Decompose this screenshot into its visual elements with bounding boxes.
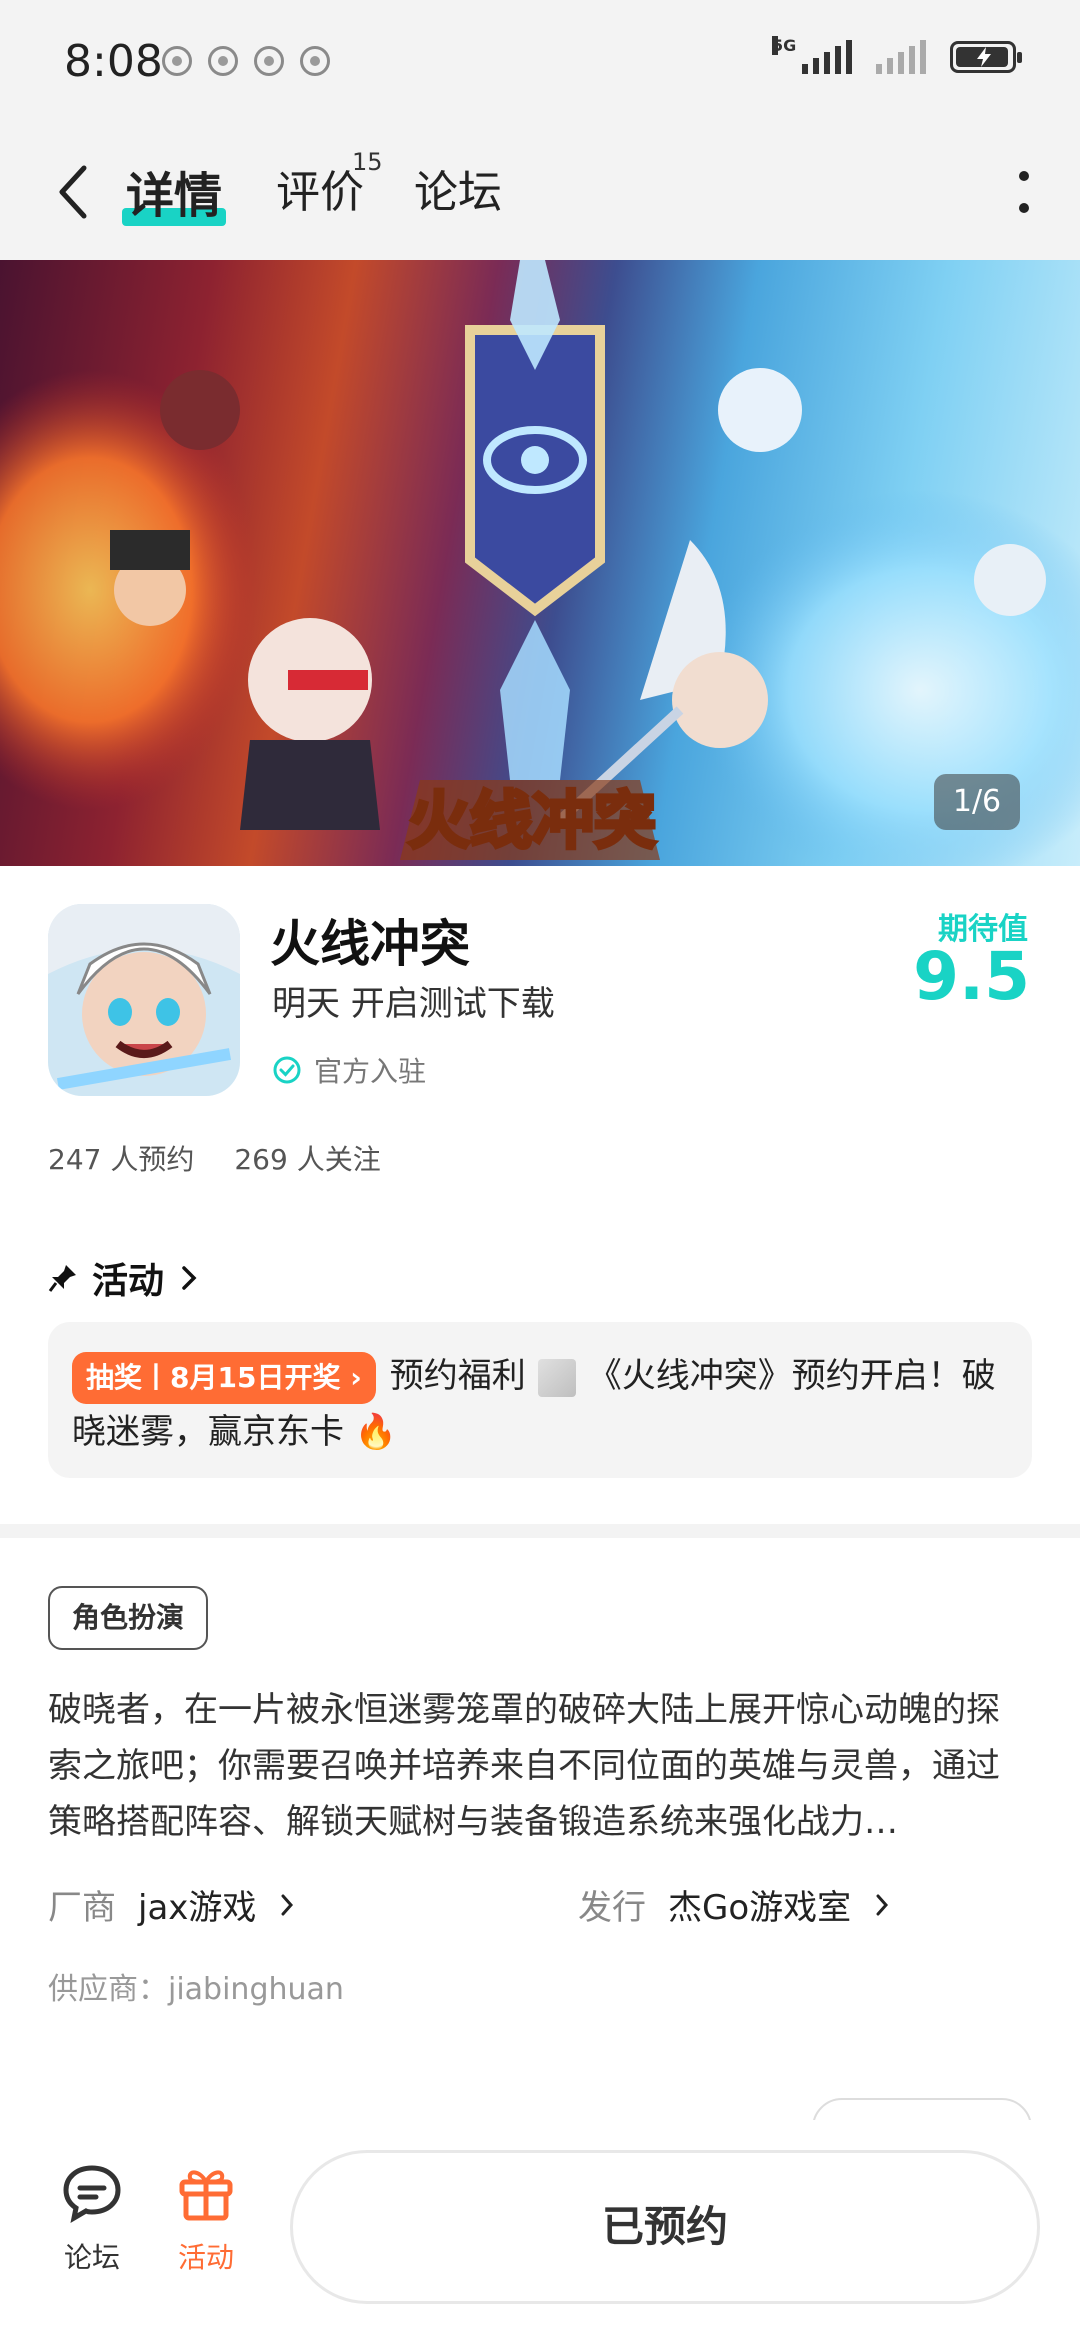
publisher-link[interactable]: 发行 杰Go游戏室	[578, 1880, 891, 1929]
blurred-emoji-image	[537, 1358, 576, 1397]
developer-link[interactable]: 厂商 jax游戏	[48, 1880, 296, 1929]
supplier-info: 供应商：jiabinghuan	[48, 1972, 344, 2007]
activity-nav-button[interactable]: 活动	[156, 2160, 256, 2276]
follower-count: 269 人关注	[234, 1143, 381, 1176]
activity-section-header[interactable]: 活动	[48, 1252, 200, 1304]
hero-artwork-image: 火线冲突	[0, 260, 1080, 866]
notification-icons	[162, 46, 330, 76]
app-notification-icon	[300, 46, 330, 76]
activity-text-before: 预约福利	[389, 1356, 526, 1396]
official-badge: 官方入驻	[272, 1050, 426, 1090]
tab-reviews[interactable]: 评价	[276, 156, 364, 220]
genre-tag[interactable]: 角色扮演	[48, 1586, 209, 1650]
section-divider	[0, 1524, 1080, 1538]
carousel-counter: 1/6	[934, 774, 1020, 830]
app-notification-icon	[208, 46, 238, 76]
signal-no-service-icon	[876, 40, 926, 74]
tab-details[interactable]: 详情	[126, 156, 222, 226]
chat-bubble-icon	[63, 2165, 121, 2223]
pin-icon	[48, 1265, 76, 1292]
signal-5g-icon: 5G	[772, 36, 852, 74]
verified-check-icon	[273, 1056, 301, 1084]
more-options-icon[interactable]	[1018, 168, 1030, 216]
chevron-right-icon	[876, 1894, 889, 1915]
app-name: 火线冲突	[270, 915, 470, 973]
hero-banner-carousel[interactable]: 火线冲突 1/6	[0, 260, 1080, 866]
status-bar: 8:08 5G	[0, 0, 1080, 126]
back-arrow-icon[interactable]	[52, 162, 92, 222]
top-nav: 详情 评价 15 论坛	[0, 126, 1080, 260]
expectation-score: 9.5	[913, 938, 1030, 1015]
activity-card[interactable]: 抽奖丨8月15日开奖 › 预约福利 《火线冲突》预约开启！破晓迷雾，赢京东卡 🔥	[48, 1322, 1032, 1478]
app-icon-image	[48, 904, 240, 1096]
app-stats: 247 人预约 269 人关注	[48, 1138, 381, 1178]
app-notification-icon	[254, 46, 284, 76]
tab-forum[interactable]: 论坛	[414, 156, 502, 220]
release-status: 明天 开启测试下载	[272, 984, 555, 1024]
chevron-right-icon	[182, 1266, 197, 1290]
reservation-count: 247 人预约	[48, 1143, 195, 1176]
reserved-button[interactable]: 已预约	[290, 2150, 1040, 2304]
lottery-tag[interactable]: 抽奖丨8月15日开奖 ›	[72, 1351, 376, 1404]
chevron-right-icon	[281, 1894, 294, 1915]
battery-icon	[950, 41, 1022, 73]
bottom-action-bar: 论坛 活动 已预约	[0, 2120, 1080, 2340]
status-time: 8:08	[64, 36, 163, 87]
app-notification-icon	[162, 46, 192, 76]
gift-icon	[179, 2170, 233, 2221]
forum-nav-button[interactable]: 论坛	[42, 2160, 142, 2276]
svg-text:火线冲突: 火线冲突	[408, 784, 656, 857]
game-description[interactable]: 破晓者，在一片被永恒迷雾笼罩的破碎大陆上展开惊心动魄的探索之旅吧；你需要召唤并培…	[48, 1682, 1032, 1850]
status-indicators: 5G	[772, 36, 1022, 74]
